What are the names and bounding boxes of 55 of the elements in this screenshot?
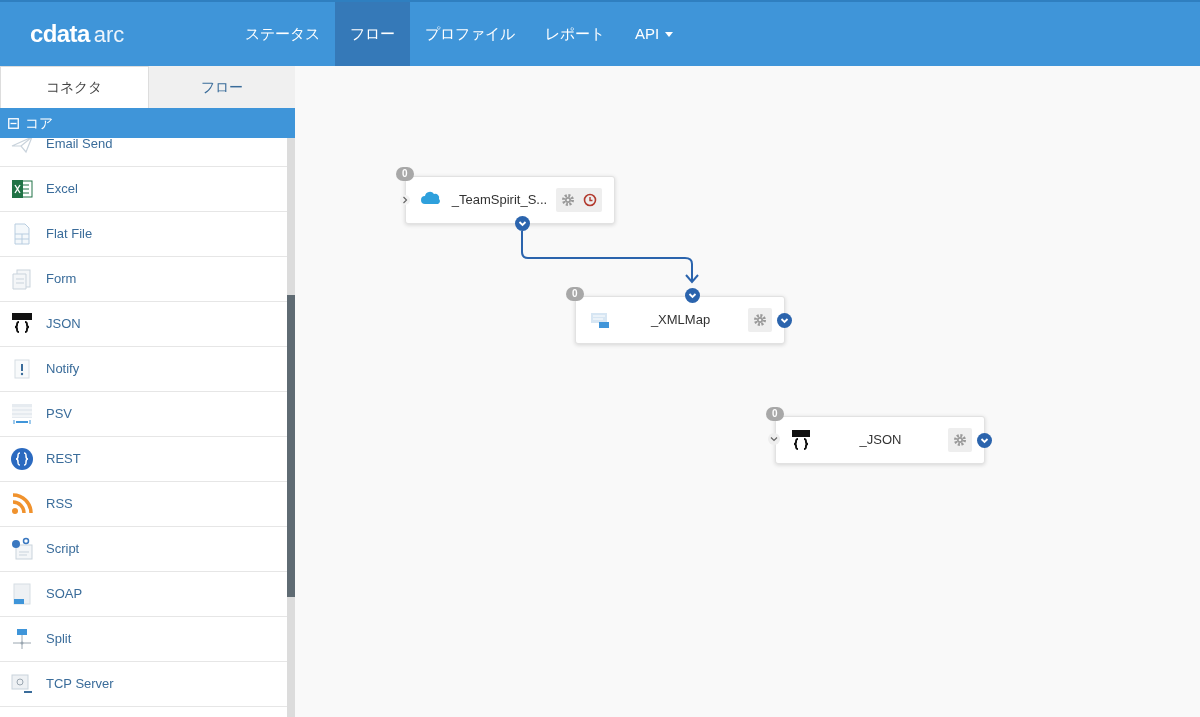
connector-item[interactable]: REST bbox=[0, 437, 287, 482]
clock-icon[interactable] bbox=[583, 193, 597, 207]
settings-icon[interactable] bbox=[753, 313, 767, 327]
port-chevron-icon[interactable] bbox=[777, 313, 792, 328]
node-label: _TeamSpirit_S... bbox=[450, 191, 549, 210]
connector-item[interactable]: Split bbox=[0, 617, 287, 662]
connector-item[interactable]: TCP Server bbox=[0, 662, 287, 707]
connector-item[interactable]: Notify bbox=[0, 347, 287, 392]
connector-item[interactable]: Script bbox=[0, 527, 287, 572]
chevron-right-icon[interactable] bbox=[400, 194, 410, 206]
count-badge: 0 bbox=[566, 287, 584, 301]
connector-item[interactable]: JSON bbox=[0, 302, 287, 347]
braces-icon bbox=[789, 428, 813, 452]
flow-node[interactable]: _JSON bbox=[775, 416, 985, 464]
braces-icon bbox=[10, 312, 34, 336]
split-icon bbox=[10, 627, 34, 651]
flow-node[interactable]: _XMLMap bbox=[575, 296, 785, 344]
port-chevron-icon[interactable] bbox=[515, 216, 530, 231]
scrollbar-thumb[interactable] bbox=[287, 295, 295, 597]
flow-node[interactable]: _TeamSpirit_S... bbox=[405, 176, 615, 224]
input-port-icon[interactable] bbox=[685, 288, 700, 303]
group-label: コア bbox=[25, 113, 53, 133]
nav-tab[interactable]: フロー bbox=[335, 2, 410, 66]
connector-item[interactable]: Flat File bbox=[0, 212, 287, 257]
document-icon bbox=[10, 582, 34, 606]
spreadsheet-icon bbox=[10, 177, 34, 201]
connector-item[interactable]: Excel bbox=[0, 167, 287, 212]
port-chevron-icon[interactable] bbox=[977, 433, 992, 448]
node-label: _JSON bbox=[858, 431, 903, 450]
count-badge: 0 bbox=[396, 167, 414, 181]
chevron-down-icon[interactable] bbox=[768, 433, 780, 445]
file-lines-icon bbox=[10, 402, 34, 426]
form-icon bbox=[10, 267, 34, 291]
nav-tab[interactable]: ステータス bbox=[230, 2, 335, 66]
product-name: arc bbox=[93, 20, 125, 49]
connector-item[interactable]: Form bbox=[0, 257, 287, 302]
nav-tab[interactable]: レポート bbox=[530, 2, 620, 66]
braces-circle-icon bbox=[10, 447, 34, 471]
server-icon bbox=[10, 672, 34, 696]
brand-logo[interactable]: cdata bbox=[30, 16, 90, 52]
connector-item[interactable]: SOAP bbox=[0, 572, 287, 617]
connector-item[interactable]: RSS bbox=[0, 482, 287, 527]
settings-icon[interactable] bbox=[953, 433, 967, 447]
node-label: _XMLMap bbox=[649, 311, 712, 330]
collapse-icon bbox=[8, 117, 19, 129]
feed-icon bbox=[10, 492, 34, 516]
connector-item[interactable]: Email Send bbox=[0, 138, 287, 167]
group-header[interactable]: コア bbox=[0, 108, 295, 138]
nav-tab[interactable]: プロファイル bbox=[410, 2, 530, 66]
connector-item[interactable]: PSV bbox=[0, 392, 287, 437]
count-badge: 0 bbox=[766, 407, 784, 421]
settings-icon[interactable] bbox=[561, 193, 575, 207]
panel-tab[interactable]: コネクタ bbox=[0, 66, 149, 108]
nav-tab[interactable]: API bbox=[620, 2, 689, 66]
gear-document-icon bbox=[10, 537, 34, 561]
